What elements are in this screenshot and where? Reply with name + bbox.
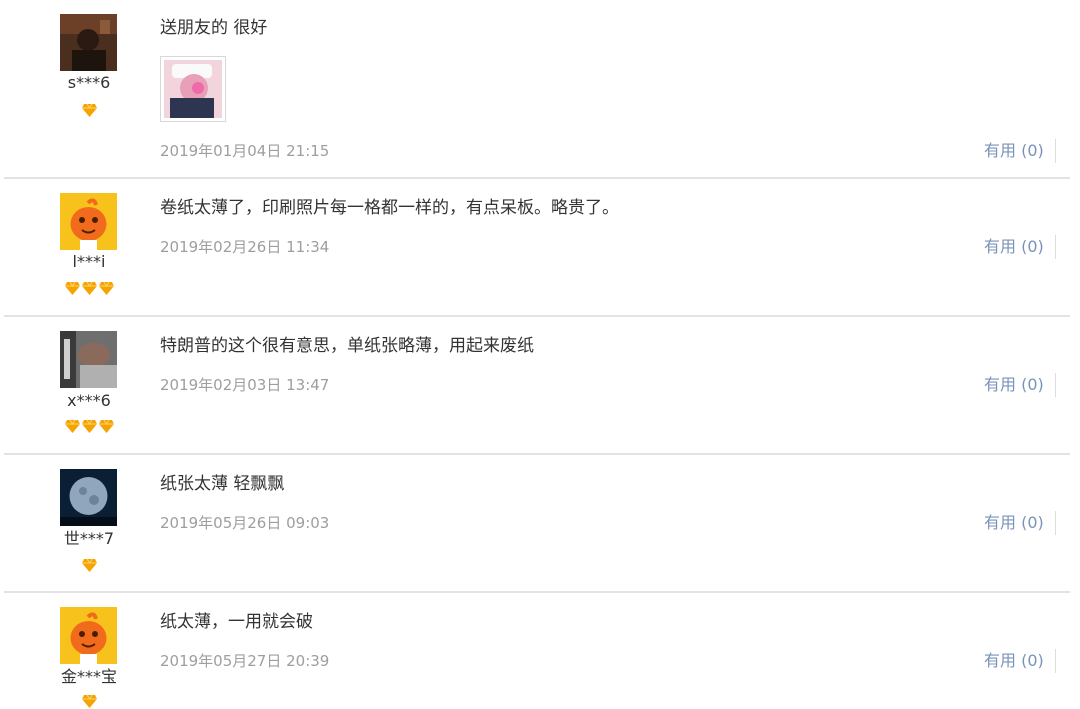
user-avatar[interactable] xyxy=(60,331,117,388)
diamond-icon xyxy=(98,420,114,433)
photo-avatar-gray-icon xyxy=(60,331,117,388)
useful-button[interactable]: 有用 (0) xyxy=(984,651,1044,671)
review-item: x***6 特朗普的这个很有意思，单纸张略薄，用起来废纸 2019年02月03日… xyxy=(0,317,1072,454)
useful-separator xyxy=(1055,373,1056,397)
user-avatar[interactable] xyxy=(60,193,117,250)
review-item: 金***宝 纸太薄，一用就会破 2019年05月27日 20:39 有用 (0) xyxy=(0,593,1072,708)
useful-button[interactable]: 有用 (0) xyxy=(984,141,1044,161)
user-avatar[interactable] xyxy=(60,607,117,664)
review-time: 2019年05月26日 09:03 xyxy=(160,514,330,532)
username: 金***宝 xyxy=(60,667,117,686)
review-item: s***6 送朋友的 很好 2019年01月04日 21:15 有用 (0) xyxy=(0,0,1072,178)
diamond-icon xyxy=(81,695,97,708)
useful-separator xyxy=(1055,649,1056,673)
diamond-icon xyxy=(81,559,97,572)
user-level-badges xyxy=(48,559,130,573)
useful-button[interactable]: 有用 (0) xyxy=(984,375,1044,395)
review-time: 2019年02月26日 11:34 xyxy=(160,238,330,256)
username: s***6 xyxy=(67,73,111,92)
useful-separator xyxy=(1055,511,1056,535)
username: 世***7 xyxy=(63,529,115,548)
review-time: 2019年05月27日 20:39 xyxy=(160,652,330,670)
orange-mascot-avatar-icon xyxy=(60,607,117,664)
username: l***i xyxy=(72,252,106,271)
user-level-badges xyxy=(48,282,130,296)
orange-mascot-avatar-icon xyxy=(60,193,117,250)
diamond-icon xyxy=(81,420,97,433)
useful-button[interactable]: 有用 (0) xyxy=(984,513,1044,533)
diamond-icon xyxy=(98,282,114,295)
user-avatar[interactable] xyxy=(60,14,117,71)
review-time: 2019年02月03日 13:47 xyxy=(160,376,330,394)
user-level-badges xyxy=(48,420,130,434)
review-content: 卷纸太薄了，印刷照片每一格都一样的，有点呆板。略贵了。 xyxy=(160,198,619,218)
review-photo[interactable] xyxy=(160,56,226,122)
diamond-icon xyxy=(64,282,80,295)
diamond-icon xyxy=(81,282,97,295)
review-content: 纸张太薄 轻飘飘 xyxy=(160,474,285,494)
useful-separator xyxy=(1055,139,1056,163)
review-content: 纸太薄，一用就会破 xyxy=(160,612,313,632)
photo-avatar-dark-icon xyxy=(60,14,117,71)
review-item: 世***7 纸张太薄 轻飘飘 2019年05月26日 09:03 有用 (0) xyxy=(0,455,1072,592)
useful-separator xyxy=(1055,235,1056,259)
diamond-icon xyxy=(64,420,80,433)
moon-avatar-icon xyxy=(60,469,117,526)
review-content: 特朗普的这个很有意思，单纸张略薄，用起来废纸 xyxy=(160,336,534,356)
username: x***6 xyxy=(67,391,111,410)
useful-button[interactable]: 有用 (0) xyxy=(984,237,1044,257)
diamond-icon xyxy=(81,104,97,117)
user-level-badges xyxy=(48,104,130,118)
photo-thumbnail-icon xyxy=(164,60,222,118)
user-avatar[interactable] xyxy=(60,469,117,526)
review-time: 2019年01月04日 21:15 xyxy=(160,142,330,160)
user-level-badges xyxy=(48,695,130,709)
review-content: 送朋友的 很好 xyxy=(160,18,268,38)
review-item: l***i 卷纸太薄了，印刷照片每一格都一样的，有点呆板。略贵了。 2019年0… xyxy=(0,179,1072,316)
